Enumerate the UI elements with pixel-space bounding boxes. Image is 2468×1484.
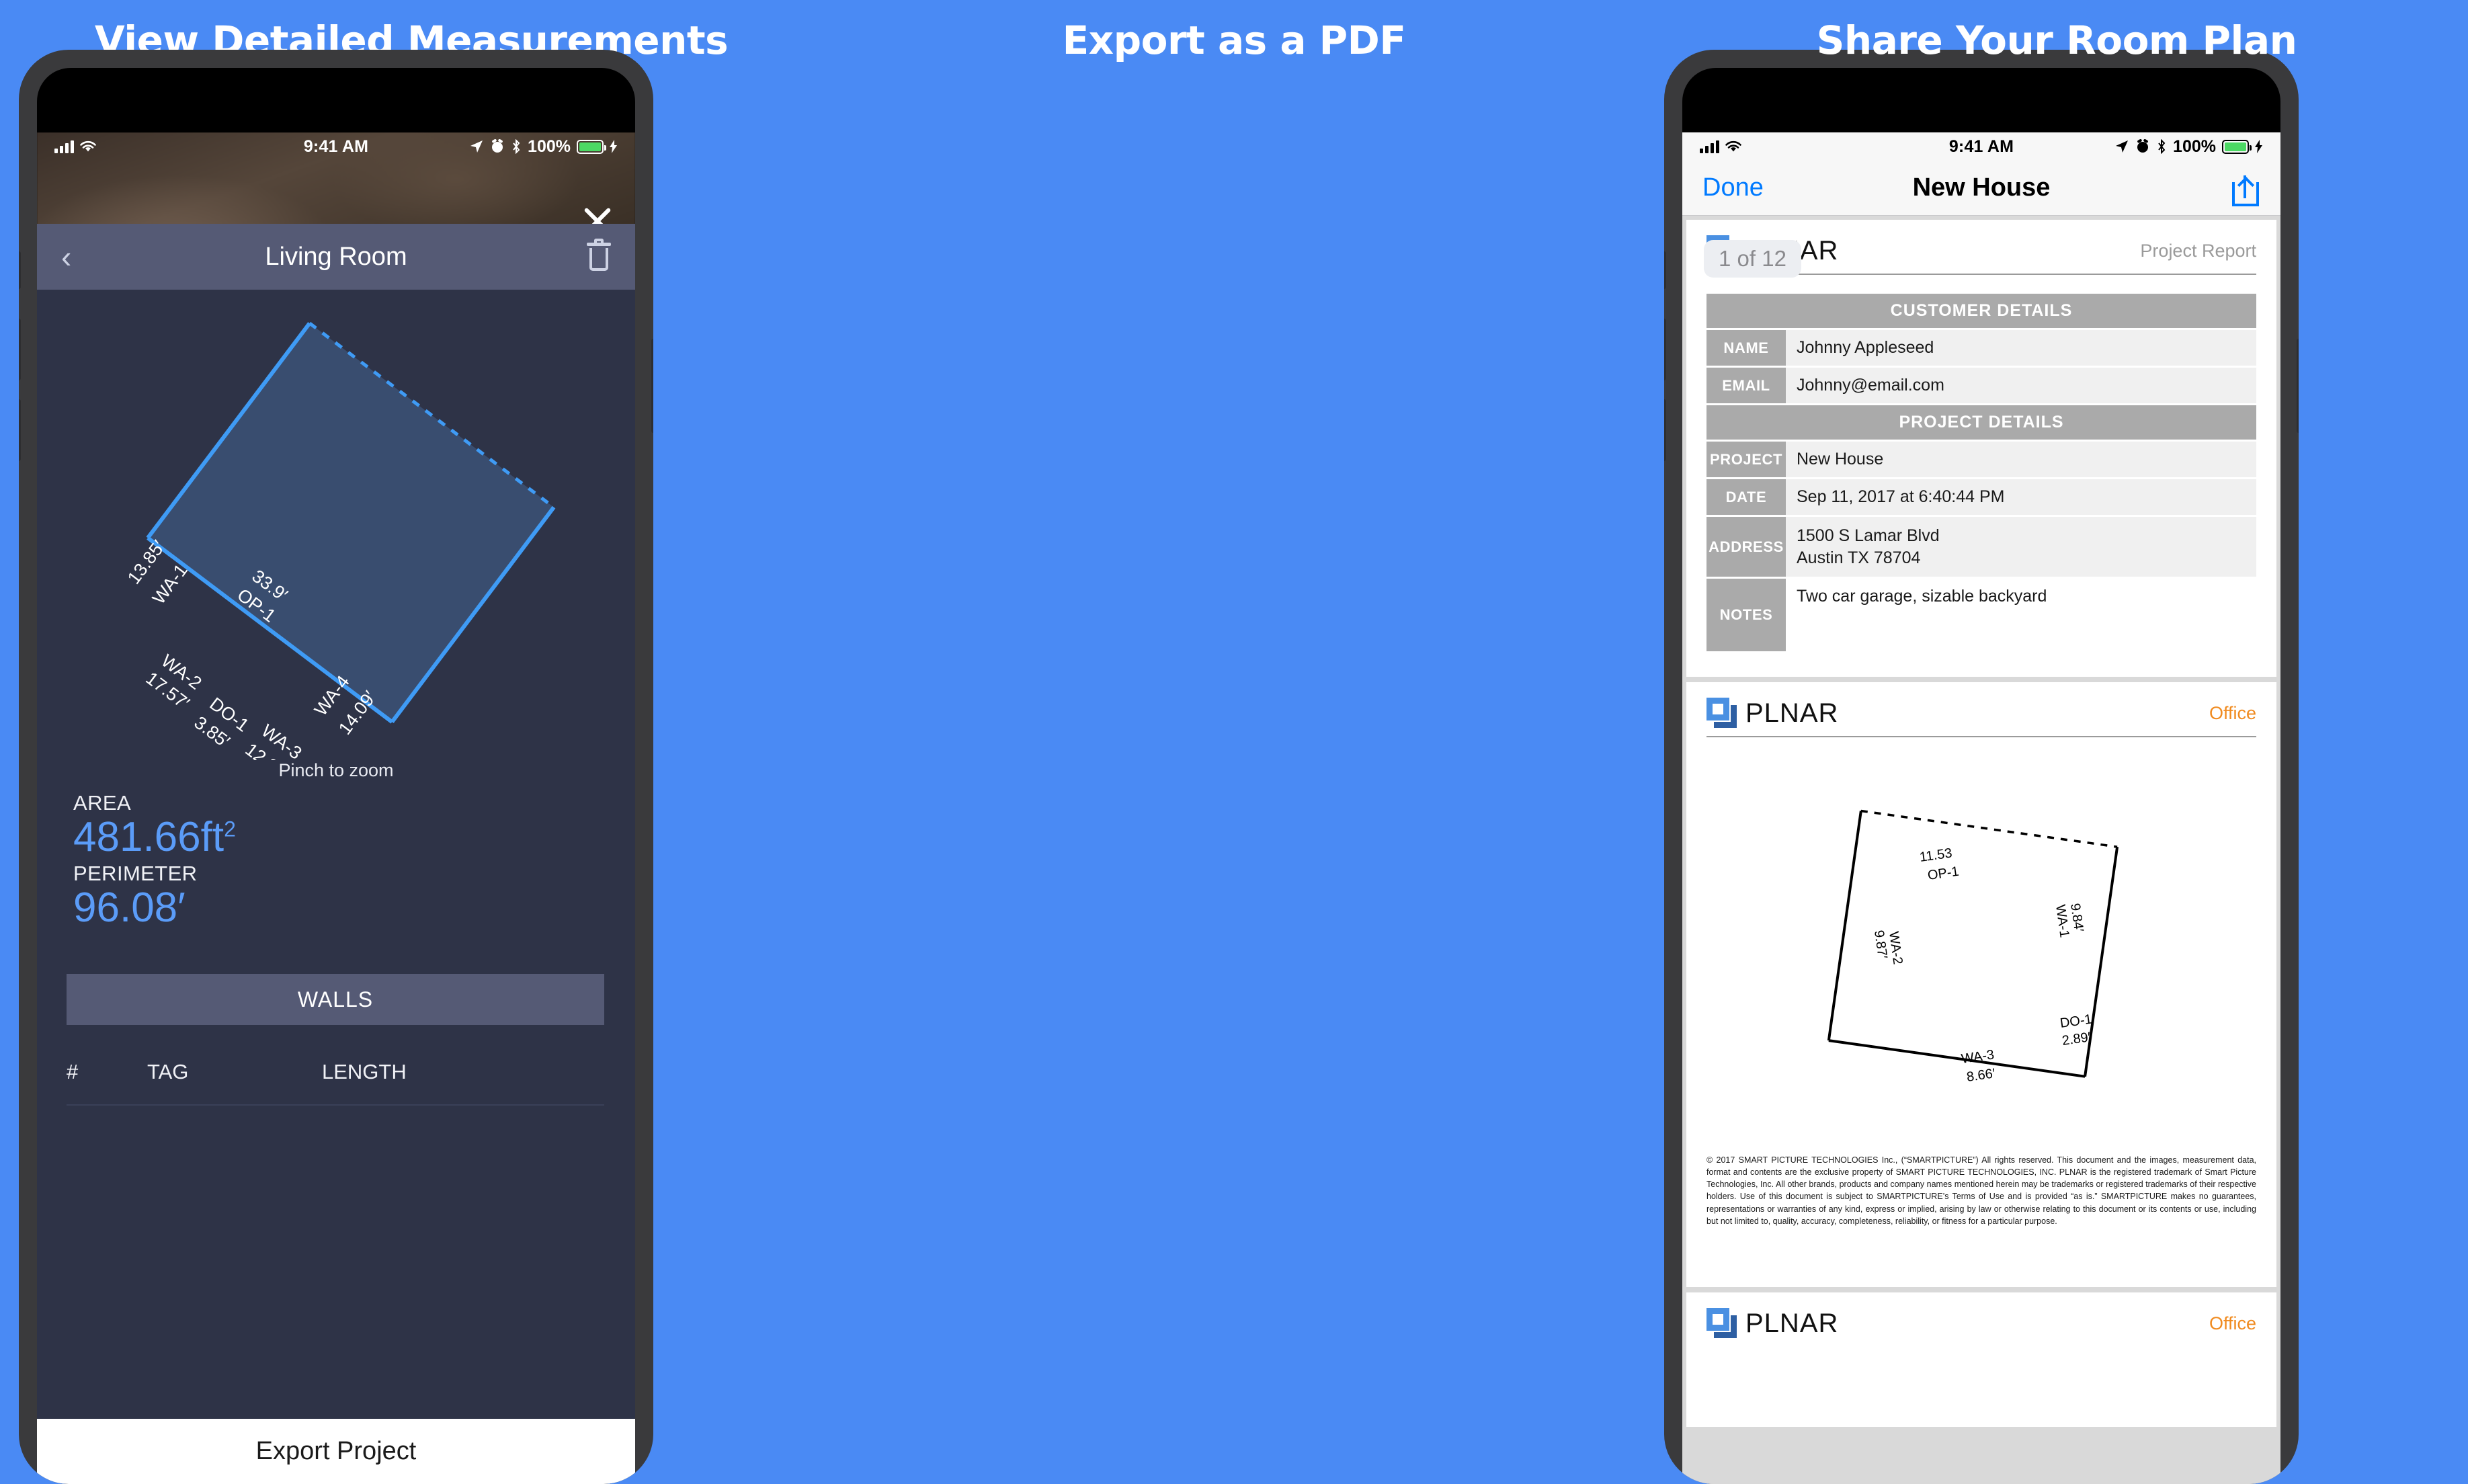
status-bar-1: 9:41 AM 100%	[37, 132, 635, 161]
charging-bolt-icon	[2255, 140, 2262, 153]
battery-percent: 100%	[528, 136, 571, 156]
walls-table-header: # TAG LENGTH	[67, 1046, 604, 1098]
share-icon[interactable]	[2231, 170, 2260, 206]
area-value: 481.66ft	[73, 814, 224, 860]
status-right-group: 100%	[2114, 137, 2263, 157]
panel-share-room-plan: Share Your Room Plan 9:41 AM	[1645, 0, 2468, 1484]
phone-screen-1: 9:41 AM 100% ‹ Living Room 13.85′ WA-1 3…	[37, 68, 635, 1484]
col-length-header: LENGTH	[322, 1060, 407, 1083]
col-tag-header: TAG	[147, 1060, 189, 1083]
back-chevron-icon[interactable]: ‹	[61, 241, 71, 272]
area-value-row: 481.66ft2	[73, 815, 236, 860]
pinch-hint: Pinch to zoom	[278, 760, 394, 780]
page-indicator-badge: 1 of 12	[1704, 240, 1801, 278]
battery-icon	[577, 139, 606, 154]
status-right-group: 100%	[469, 137, 618, 157]
battery-icon	[2222, 139, 2252, 154]
trash-icon[interactable]	[587, 239, 611, 271]
wifi-icon	[80, 140, 96, 152]
alarm-icon	[2137, 139, 2149, 153]
metrics-block: AREA 481.66ft2 PERIMETER 96.08′	[73, 791, 236, 932]
perimeter-value: 96.08′	[73, 884, 186, 931]
panel-view-measurements: View Detailed Measurements 9:41 AM 100% …	[0, 0, 823, 1484]
volume-up-button[interactable]	[19, 319, 21, 380]
room-title: Living Room	[265, 242, 407, 271]
col-number-header: #	[67, 1060, 79, 1083]
app-screen-measurements: 9:41 AM 100% ‹ Living Room 13.85′ WA-1 3…	[37, 132, 635, 1484]
location-arrow-icon	[2116, 140, 2129, 153]
room-navbar: ‹ Living Room	[37, 224, 635, 290]
battery-percent: 100%	[2173, 136, 2216, 156]
panel-headline: Export as a PDF	[1062, 17, 1406, 63]
signal-wifi-group	[54, 140, 97, 153]
location-arrow-icon	[470, 140, 483, 153]
charging-bolt-icon	[610, 140, 617, 153]
power-button[interactable]	[651, 339, 653, 433]
table-divider	[67, 1104, 604, 1106]
measurements-body: 13.85′ WA-1 33.9′ OP-1 WA-2 17.57′ DO-1 …	[37, 290, 635, 1419]
area-label: AREA	[73, 791, 132, 815]
alarm-icon	[492, 139, 503, 153]
panel-headline: Share Your Room Plan	[1816, 17, 2297, 63]
volume-down-button[interactable]	[19, 399, 21, 461]
export-project-button[interactable]: Export Project	[37, 1419, 635, 1484]
phone-frame-1: 9:41 AM 100% ‹ Living Room 13.85′ WA-1 3…	[19, 50, 653, 1484]
panel-export-pdf: Export as a PDF 9:41 AM 100% Done New Ho…	[823, 0, 2299, 1484]
cellular-signal-icon	[54, 140, 74, 153]
walls-tab-button[interactable]: WALLS	[67, 974, 604, 1025]
area-exponent: 2	[224, 817, 236, 841]
bluetooth-icon	[2158, 139, 2166, 154]
silent-switch[interactable]	[19, 251, 21, 289]
bluetooth-icon	[513, 139, 520, 154]
perimeter-label: PERIMETER	[73, 861, 198, 885]
room-plan-diagram[interactable]: 13.85′ WA-1 33.9′ OP-1 WA-2 17.57′ DO-1 …	[37, 290, 635, 785]
